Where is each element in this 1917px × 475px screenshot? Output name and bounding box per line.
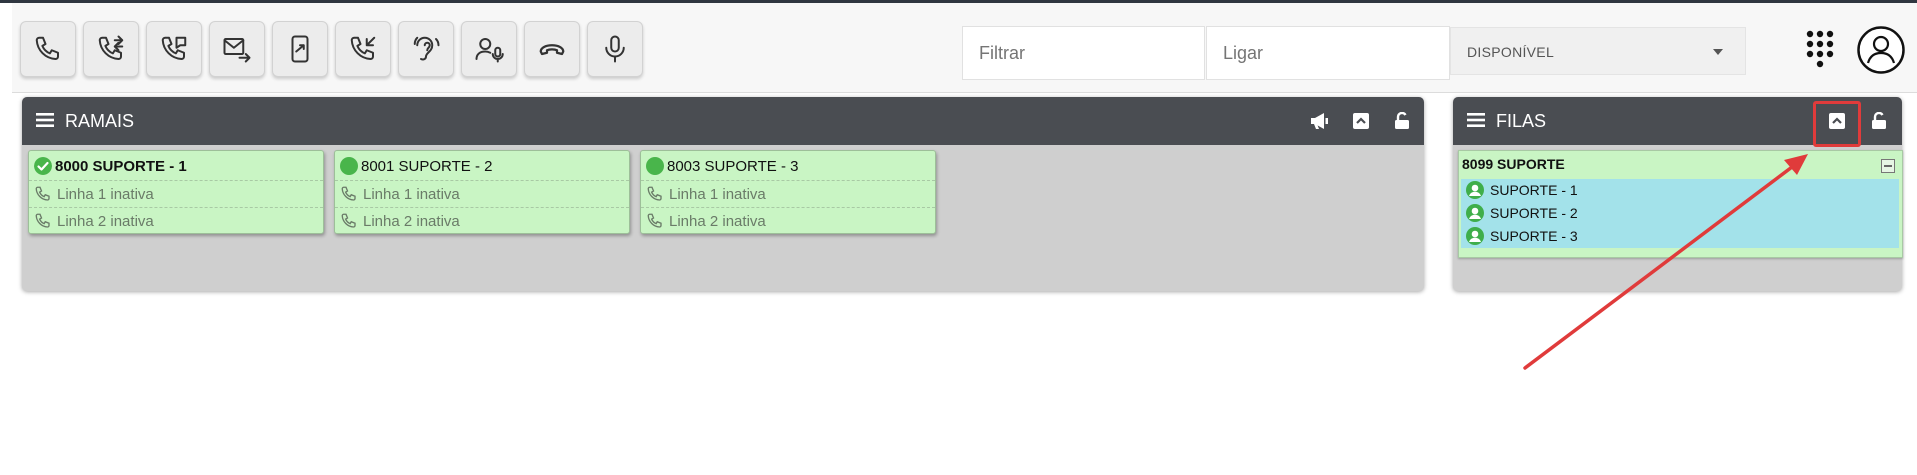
hangup-button[interactable] bbox=[524, 21, 580, 77]
dialpad-icon[interactable] bbox=[1800, 28, 1840, 68]
annotation-highlight-box bbox=[1813, 101, 1861, 147]
mail-forward-icon bbox=[223, 38, 251, 63]
user-avatar-icon bbox=[1466, 181, 1484, 199]
extension-card[interactable]: 8003 SUPORTE - 3 Linha 1 inativa Linha 2… bbox=[640, 150, 936, 234]
line-1-row: Linha 1 inativa bbox=[641, 180, 935, 207]
phone-icon bbox=[647, 186, 662, 201]
mobile-transfer-icon bbox=[291, 35, 309, 63]
line-1-status: Linha 1 inativa bbox=[669, 186, 766, 203]
unlock-icon[interactable] bbox=[1867, 109, 1891, 133]
menu-icon[interactable] bbox=[36, 112, 54, 128]
phone-incoming-icon bbox=[350, 36, 376, 60]
phone-icon bbox=[35, 213, 50, 228]
phone-icon bbox=[647, 213, 662, 228]
line-2-status: Linha 2 inativa bbox=[57, 213, 154, 230]
agent-name: SUPORTE - 2 bbox=[1490, 205, 1578, 221]
filas-panel-title: FILAS bbox=[1496, 111, 1547, 131]
transfer-button[interactable] bbox=[83, 21, 139, 77]
unlock-icon[interactable] bbox=[1390, 109, 1414, 133]
collapse-queue-button[interactable] bbox=[1881, 159, 1895, 173]
phone-transfer-icon bbox=[98, 35, 124, 60]
incoming-call-button[interactable] bbox=[335, 21, 391, 77]
ramais-panel-title: RAMAIS bbox=[65, 111, 135, 131]
filter-input[interactable] bbox=[962, 26, 1205, 80]
agent-name: SUPORTE - 1 bbox=[1490, 182, 1578, 198]
queue-title: 8099 SUPORTE bbox=[1462, 156, 1565, 172]
mail-forward-button[interactable] bbox=[209, 21, 265, 77]
microphone-icon bbox=[605, 35, 625, 63]
queue-card[interactable]: 8099 SUPORTE SUPORTE - 1 SUPORTE - 2 SUP… bbox=[1458, 150, 1903, 258]
line-1-status: Linha 1 inativa bbox=[363, 186, 460, 203]
queue-agent: SUPORTE - 3 bbox=[1461, 225, 1899, 248]
phone-icon bbox=[35, 186, 50, 201]
queue-agent: SUPORTE - 1 bbox=[1461, 179, 1899, 202]
ramais-panel: RAMAIS 8000 SUPORTE - 1 Linha 1 inativa … bbox=[22, 97, 1424, 291]
online-status-icon bbox=[340, 157, 358, 175]
line-1-row: Linha 1 inativa bbox=[29, 180, 323, 207]
extension-title: 8001 SUPORTE - 2 bbox=[361, 158, 493, 175]
extension-title: 8000 SUPORTE - 1 bbox=[55, 158, 187, 175]
line-2-row: Linha 2 inativa bbox=[29, 207, 323, 234]
call-button[interactable] bbox=[20, 21, 76, 77]
collapse-panel-icon[interactable] bbox=[1349, 109, 1373, 133]
line-1-row: Linha 1 inativa bbox=[335, 180, 629, 207]
line-2-row: Linha 2 inativa bbox=[335, 207, 629, 234]
megaphone-icon[interactable] bbox=[1307, 109, 1331, 133]
online-status-icon bbox=[646, 157, 664, 175]
menu-icon[interactable] bbox=[1467, 112, 1485, 128]
mobile-transfer-button[interactable] bbox=[272, 21, 328, 77]
line-2-status: Linha 2 inativa bbox=[669, 213, 766, 230]
message-call-button[interactable] bbox=[146, 21, 202, 77]
status-select[interactable]: DISPONÍVEL bbox=[1450, 27, 1746, 75]
line-2-row: Linha 2 inativa bbox=[641, 207, 935, 234]
phone-icon bbox=[341, 213, 356, 228]
user-avatar-icon bbox=[1466, 227, 1484, 245]
queue-agent: SUPORTE - 2 bbox=[1461, 202, 1899, 225]
extension-title: 8003 SUPORTE - 3 bbox=[667, 158, 799, 175]
user-mic-icon bbox=[475, 38, 504, 63]
microphone-button[interactable] bbox=[587, 21, 643, 77]
phone-icon bbox=[35, 36, 59, 60]
phone-icon bbox=[341, 186, 356, 201]
line-1-status: Linha 1 inativa bbox=[57, 186, 154, 203]
ramais-panel-header: RAMAIS bbox=[22, 97, 1424, 145]
check-circle-icon bbox=[34, 157, 52, 175]
dial-input[interactable] bbox=[1206, 26, 1450, 80]
phone-message-icon bbox=[161, 36, 187, 60]
extension-card[interactable]: 8000 SUPORTE - 1 Linha 1 inativa Linha 2… bbox=[28, 150, 324, 234]
user-avatar-icon bbox=[1466, 204, 1484, 222]
listen-button[interactable] bbox=[398, 21, 454, 77]
status-select-value: DISPONÍVEL bbox=[1467, 44, 1555, 60]
hangup-icon bbox=[539, 44, 565, 56]
user-voice-button[interactable] bbox=[461, 21, 517, 77]
user-profile-icon[interactable] bbox=[1856, 25, 1906, 75]
agent-name: SUPORTE - 3 bbox=[1490, 228, 1578, 244]
line-2-status: Linha 2 inativa bbox=[363, 213, 460, 230]
ear-listen-icon bbox=[413, 36, 440, 61]
extension-card[interactable]: 8001 SUPORTE - 2 Linha 1 inativa Linha 2… bbox=[334, 150, 630, 234]
chevron-down-icon bbox=[1713, 49, 1723, 55]
